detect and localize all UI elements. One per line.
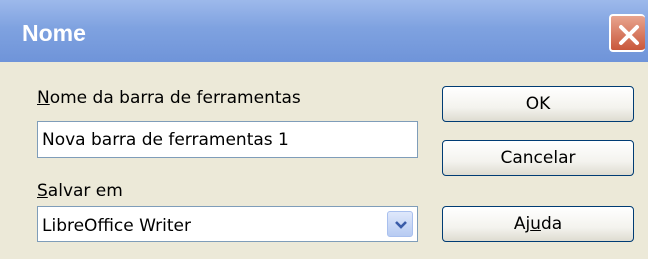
save-in-label: Salvar em [37, 181, 123, 201]
close-button[interactable] [609, 14, 645, 52]
save-in-dropdown[interactable]: LibreOffice Writer [37, 206, 418, 242]
close-icon [619, 25, 639, 45]
dialog-title: Nome [22, 20, 86, 46]
toolbar-name-input[interactable]: Nova barra de ferramentas 1 [37, 121, 418, 158]
chevron-down-icon [395, 221, 407, 229]
save-in-value: LibreOffice Writer [42, 216, 191, 236]
cancel-button[interactable]: Cancelar [442, 140, 634, 176]
title-bar[interactable]: Nome [0, 0, 648, 62]
name-dialog: Nome Nome da barra de ferramentas Nova b… [0, 0, 648, 259]
ok-button[interactable]: OK [442, 86, 634, 122]
toolbar-name-label: Nome da barra de ferramentas [37, 88, 301, 108]
help-button[interactable]: Ajuda [442, 206, 634, 242]
dropdown-button[interactable] [387, 211, 413, 237]
